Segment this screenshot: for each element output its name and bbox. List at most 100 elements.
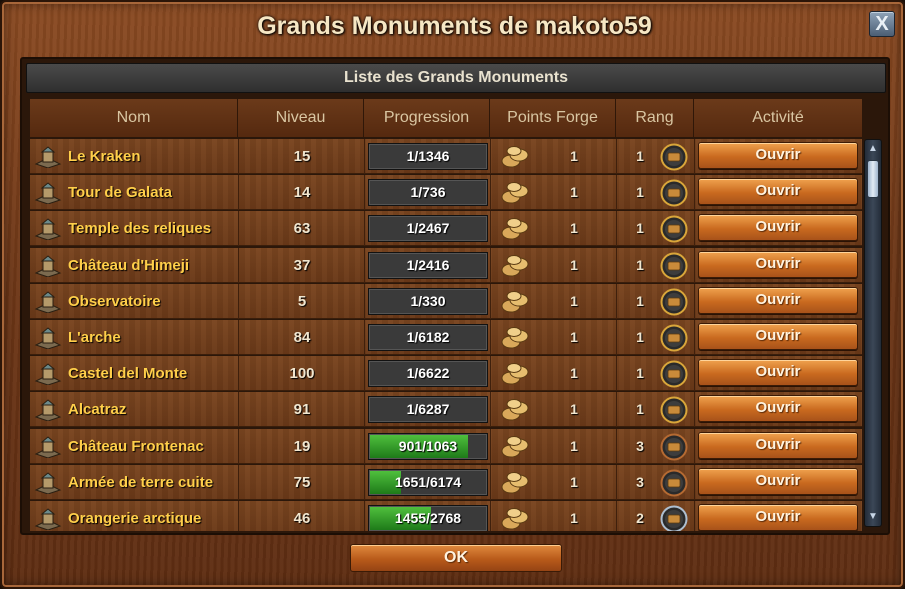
- rank-medal-icon: [660, 179, 688, 207]
- table-row: Alcatraz 91 1/6287 1 1 Ouvrir: [30, 392, 862, 428]
- building-level: 15: [293, 148, 311, 165]
- close-button[interactable]: X: [869, 11, 895, 37]
- building-level: 14: [293, 184, 311, 202]
- progress-text: 1/1346: [406, 148, 450, 164]
- progress-bar: 901/1063: [368, 432, 488, 460]
- forge-points-icon: [501, 363, 529, 385]
- rank-value: 1: [636, 256, 644, 273]
- progress-text: 1/2467: [406, 220, 450, 237]
- arch-icon: [34, 327, 62, 349]
- scroll-up-icon[interactable]: ▲: [866, 141, 880, 157]
- building-name: Alcatraz: [68, 401, 127, 419]
- rank-medal-icon: [660, 252, 688, 280]
- table-row: L'arche 84 1/6182 1 1 Ouvrir: [30, 320, 862, 355]
- rank-value: 1: [636, 401, 644, 418]
- progress-bar: 1/6182: [368, 324, 488, 351]
- forge-points-icon: [501, 471, 529, 494]
- forge-points-icon: [501, 218, 529, 240]
- fortress-icon: [34, 363, 62, 386]
- open-button[interactable]: Ouvrir: [698, 178, 858, 206]
- forge-points-icon: [501, 146, 529, 168]
- open-button[interactable]: Ouvrir: [698, 431, 858, 459]
- rank-medal-icon: [660, 360, 688, 388]
- building-name: Château Frontenac: [68, 437, 204, 455]
- rank-value: 3: [636, 437, 644, 454]
- table-row: Château d'Himeji 37 1/2416 1 1 Ouvrir: [30, 247, 862, 283]
- open-button[interactable]: Ouvrir: [698, 142, 858, 169]
- building-name: Castel del Monte: [68, 365, 188, 383]
- building-name: Armée de terre cuite: [68, 473, 214, 491]
- forge-points-value: 1: [570, 220, 578, 237]
- progress-text: 1455/2768: [394, 510, 462, 526]
- castle-icon: [34, 254, 62, 277]
- open-button[interactable]: Ouvrir: [698, 323, 858, 350]
- building-name: Observatoire: [68, 292, 161, 310]
- forge-points-value: 1: [570, 510, 578, 526]
- progress-bar: 1/2416: [368, 251, 488, 279]
- rank-value: 1: [636, 220, 644, 237]
- building-name: Tour de Galata: [68, 184, 172, 202]
- rank-medal-icon: [660, 215, 688, 243]
- forge-points-value: 1: [570, 329, 578, 345]
- open-button[interactable]: Ouvrir: [698, 359, 858, 387]
- rank-medal-icon: [660, 505, 688, 531]
- open-button[interactable]: Ouvrir: [698, 395, 858, 423]
- forge-points-icon: [501, 399, 529, 421]
- column-header-activity: Activité: [694, 99, 862, 137]
- rank-medal-icon: [660, 433, 688, 461]
- open-button[interactable]: Ouvrir: [698, 250, 858, 278]
- building-name: Château d'Himeji: [68, 256, 190, 274]
- monuments-panel: Liste des Grands Monuments Nom Niveau Pr…: [20, 57, 890, 535]
- progress-bar: 1/6622: [368, 360, 488, 388]
- progress-bar: 1455/2768: [368, 505, 488, 531]
- progress-text: 1/6182: [406, 329, 450, 345]
- open-button[interactable]: Ouvrir: [698, 286, 858, 314]
- tower-icon: [34, 182, 62, 205]
- forge-points-icon: [501, 435, 529, 458]
- progress-bar: 1651/6174: [368, 468, 488, 496]
- progress-text: 1/6287: [406, 401, 450, 418]
- rank-medal-icon: [660, 396, 688, 424]
- forge-points-icon: [501, 254, 529, 277]
- table-header: Nom Niveau Progression Points Forge Rang…: [30, 99, 862, 137]
- ok-button[interactable]: OK: [350, 544, 562, 572]
- progress-text: 1/330: [410, 292, 446, 309]
- forge-points-icon: [501, 508, 529, 530]
- progress-bar: 1/2467: [368, 215, 488, 243]
- building-level: 46: [293, 510, 311, 527]
- orangery-icon: [34, 508, 62, 530]
- forge-points-value: 1: [570, 292, 578, 309]
- scroll-down-icon[interactable]: ▼: [866, 509, 880, 525]
- progress-bar: 1/1346: [368, 143, 488, 170]
- open-button[interactable]: Ouvrir: [698, 504, 858, 531]
- column-header-forge-points: Points Forge: [490, 99, 616, 137]
- prison-icon: [34, 399, 62, 422]
- progress-text: 1651/6174: [394, 473, 462, 490]
- scroll-thumb[interactable]: [867, 160, 879, 198]
- progress-text: 1/736: [410, 184, 446, 201]
- building-level: 91: [293, 401, 311, 419]
- forge-points-icon: [501, 290, 529, 313]
- rank-value: 1: [636, 292, 644, 309]
- progress-bar: 1/6287: [368, 396, 488, 424]
- building-name: Orangerie arctique: [68, 510, 202, 527]
- open-button[interactable]: Ouvrir: [698, 214, 858, 242]
- building-name: Temple des reliques: [68, 220, 212, 238]
- building-level: 84: [293, 329, 311, 346]
- table-row: Orangerie arctique 46 1455/2768 1 2 Ouvr…: [30, 501, 862, 531]
- rank-value: 1: [636, 329, 644, 345]
- rank-value: 2: [636, 510, 644, 526]
- table-row: Castel del Monte 100 1/6622 1 1 Ouvrir: [30, 356, 862, 392]
- progress-text: 1/2416: [406, 256, 450, 273]
- forge-points-icon: [501, 182, 529, 204]
- rank-value: 1: [636, 365, 644, 382]
- kraken-icon: [34, 146, 62, 168]
- open-button[interactable]: Ouvrir: [698, 467, 858, 495]
- progress-text: 1/6622: [406, 365, 450, 382]
- table-row: Armée de terre cuite 75 1651/6174 1 3 Ou…: [30, 464, 862, 500]
- forge-points-value: 1: [570, 437, 578, 454]
- scrollbar[interactable]: ▲ ▼: [864, 139, 882, 527]
- forge-points-value: 1: [570, 473, 578, 490]
- building-level: 63: [293, 220, 311, 238]
- table-row: Le Kraken 15 1/1346 1 1 Ouvrir: [30, 139, 862, 174]
